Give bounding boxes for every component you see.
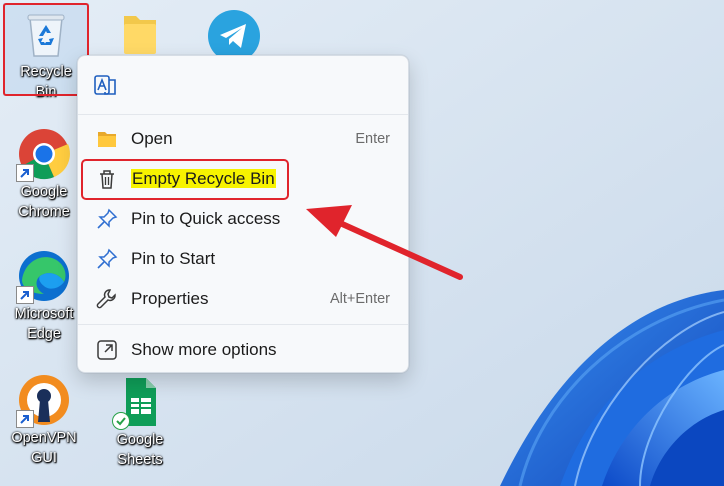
desktop-icon-google-sheets[interactable]: Google Sheets (102, 376, 178, 470)
menu-item-label: Pin to Quick access (131, 209, 281, 228)
show-more-icon (96, 339, 118, 361)
menu-item-shortcut: Alt+Enter (329, 291, 390, 307)
menu-item-label: Show more options (131, 340, 277, 359)
desktop-icon-openvpn-gui[interactable]: OpenVPN GUI (6, 374, 82, 468)
edge-icon (16, 250, 70, 304)
menu-separator (78, 324, 408, 325)
menu-item-open[interactable]: Open Enter (84, 120, 402, 158)
shortcut-arrow-icon (16, 164, 34, 182)
folder-icon (96, 128, 118, 150)
menu-item-label: Properties (131, 289, 209, 308)
google-sheets-icon (112, 376, 166, 430)
pin-icon (96, 208, 118, 230)
menu-item-label: Pin to Start (131, 249, 216, 268)
pin-icon (96, 248, 118, 270)
wrench-icon (96, 288, 118, 310)
annotation-outline-empty-recycle-bin (81, 159, 289, 200)
menu-separator (78, 114, 408, 115)
openvpn-label: OpenVPN GUI (11, 430, 77, 466)
edge-label: Microsoft Edge (14, 306, 74, 342)
chrome-icon (16, 128, 70, 182)
menu-item-show-more-options[interactable]: Show more options (84, 331, 402, 369)
chrome-label: Google Chrome (18, 184, 70, 220)
desktop-icon-microsoft-edge[interactable]: Microsoft Edge (6, 250, 82, 344)
sync-check-icon (112, 412, 130, 430)
menu-item-label: Open (131, 129, 173, 148)
desktop-icon-google-chrome[interactable]: Google Chrome (6, 128, 82, 222)
shortcut-arrow-icon (16, 410, 34, 428)
menu-item-properties[interactable]: Properties Alt+Enter (84, 280, 402, 318)
openvpn-icon (16, 374, 70, 428)
annotation-arrow-icon (306, 205, 463, 280)
translate-icon[interactable] (92, 72, 120, 100)
shortcut-arrow-icon (16, 286, 34, 304)
google-sheets-label: Google Sheets (116, 432, 164, 468)
menu-item-shortcut: Enter (355, 131, 390, 147)
